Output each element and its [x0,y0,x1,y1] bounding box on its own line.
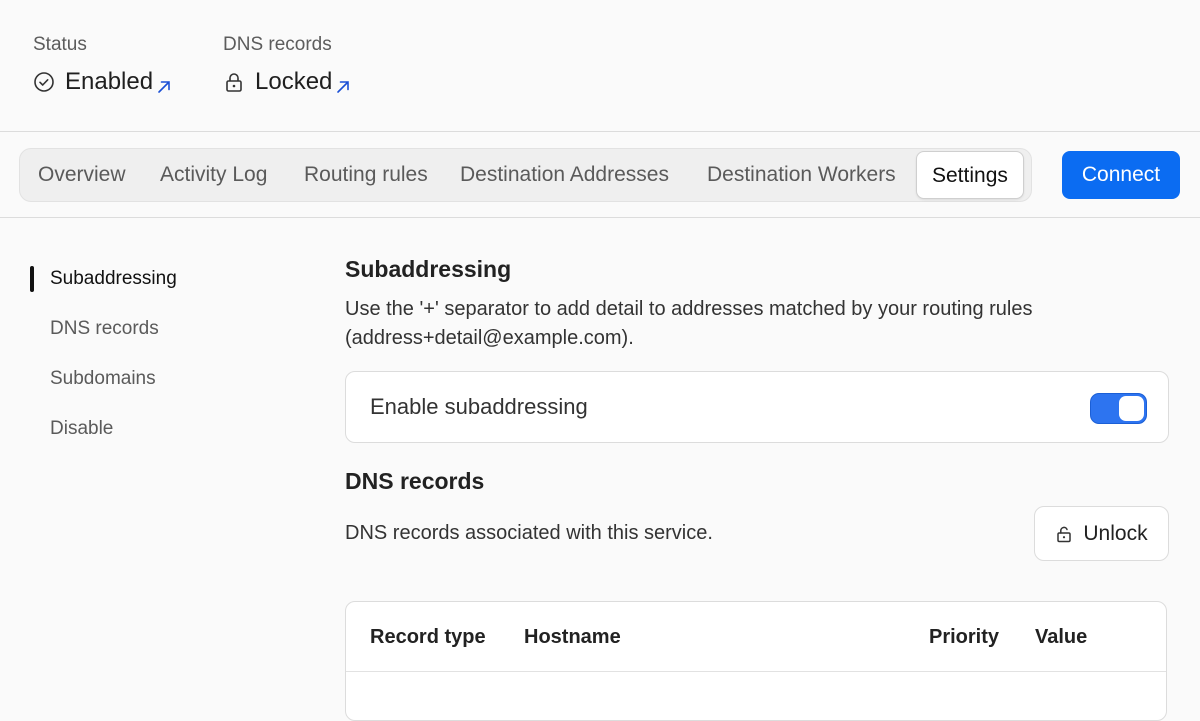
column-header-record-type: Record type [370,626,486,648]
column-header-priority: Priority [929,626,1000,648]
column-header-value: Value [1035,626,1088,648]
connect-button[interactable]: Connect [1062,151,1180,199]
column-header-hostname: Hostname [524,626,621,648]
unlock-button[interactable]: Unlock [1034,506,1169,561]
dns-records-description: DNS records associated with this service… [345,522,713,544]
dns-status-label: DNS records [223,34,332,55]
external-link-icon[interactable] [156,74,172,93]
subaddressing-toggle-card: Enable subaddressing [345,371,1169,443]
tab-destination-workers[interactable]: Destination Workers [707,149,896,201]
sidenav-item-subaddressing[interactable]: Subaddressing [50,268,177,290]
lock-icon [223,71,245,93]
subaddressing-title: Subaddressing [345,256,512,282]
dns-records-table: Record type Hostname Priority Value [345,601,1167,721]
tab-row: Overview Activity Log Routing rules Dest… [0,133,1200,218]
sidenav-item-subdomains[interactable]: Subdomains [50,368,156,390]
tab-activity-log[interactable]: Activity Log [160,149,267,201]
subaddressing-description: Use the '+' separator to add detail to a… [345,298,1033,349]
dns-status-value-row[interactable]: Locked [223,68,351,96]
toggle-label: Enable subaddressing [370,394,588,419]
tab-bar: Overview Activity Log Routing rules Dest… [19,148,1032,202]
dns-status-block: DNS records Locked [223,34,351,96]
toggle-knob [1119,396,1144,421]
external-link-icon[interactable] [335,74,351,93]
tab-routing-rules[interactable]: Routing rules [304,149,428,201]
dns-records-title: DNS records [345,468,485,494]
active-indicator [30,266,34,292]
tab-settings[interactable]: Settings [916,151,1024,199]
unlock-icon [1055,525,1073,543]
status-label: Status [33,34,87,55]
unlock-label: Unlock [1083,521,1148,545]
status-value[interactable]: Enabled [65,68,153,96]
sidenav-item-dns-records[interactable]: DNS records [50,318,159,340]
table-header: Record type Hostname Priority Value [346,602,1166,672]
tab-overview[interactable]: Overview [38,149,126,201]
dns-status-value[interactable]: Locked [255,68,332,96]
subaddressing-toggle[interactable] [1090,393,1147,424]
check-circle-icon [33,71,55,93]
status-strip: Status Enabled DNS records Locked [0,0,1200,132]
status-value-row[interactable]: Enabled [33,68,172,96]
tab-destination-addresses[interactable]: Destination Addresses [460,149,669,201]
status-block: Status Enabled [33,34,172,96]
sidenav-item-disable[interactable]: Disable [50,418,113,440]
